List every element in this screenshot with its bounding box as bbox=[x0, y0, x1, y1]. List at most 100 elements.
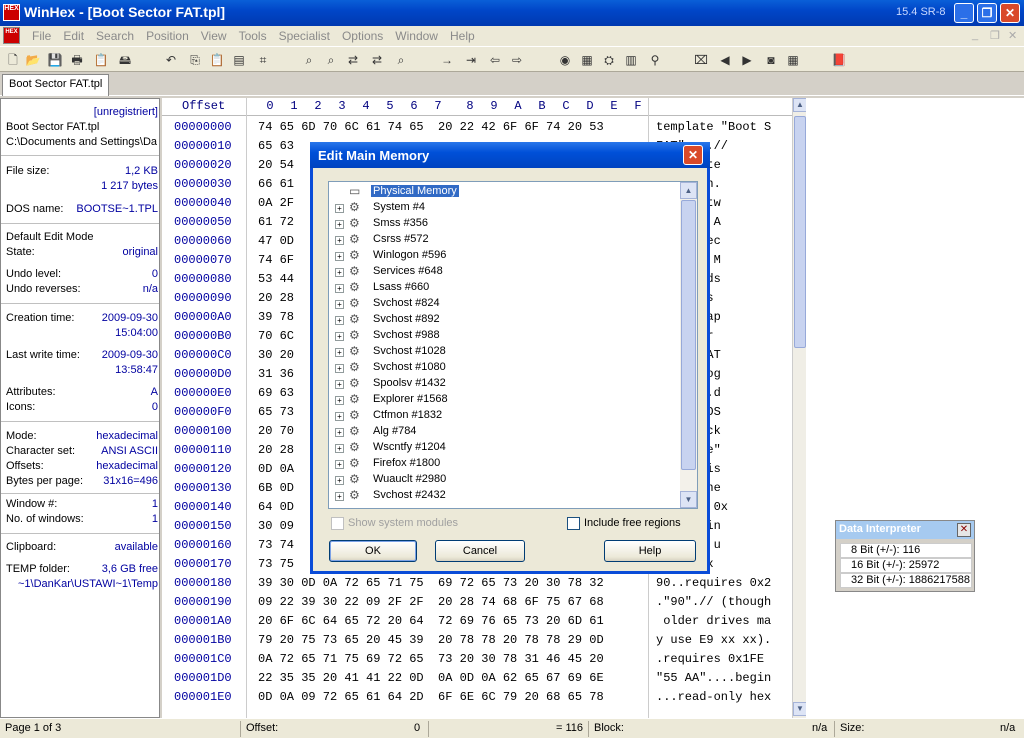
row-hex-bytes[interactable]: 31 36 bbox=[258, 367, 294, 381]
paste-block-icon[interactable]: ▤ bbox=[230, 51, 248, 69]
open-icon[interactable]: 📂 bbox=[24, 51, 42, 69]
copy-icon[interactable]: ⎘ bbox=[186, 51, 204, 69]
expand-toggle-icon[interactable]: + bbox=[335, 236, 344, 245]
minimize-button[interactable]: _ bbox=[954, 3, 974, 23]
expand-toggle-icon[interactable]: + bbox=[335, 268, 344, 277]
disk-editor-icon[interactable]: ◉ bbox=[556, 51, 574, 69]
write-hex-icon[interactable]: ⌗ bbox=[254, 51, 272, 69]
hex-row[interactable]: 000001B0 79 20 75 73 65 20 45 39 20 78 78… bbox=[162, 631, 792, 650]
expand-toggle-icon[interactable]: + bbox=[335, 428, 344, 437]
mdi-restore-button[interactable]: ❐ bbox=[990, 29, 1000, 42]
mdi-close-button[interactable]: ✕ bbox=[1008, 29, 1017, 42]
dialog-title[interactable]: Edit Main Memory bbox=[310, 142, 710, 168]
help-book-icon[interactable]: 📕 bbox=[830, 51, 848, 69]
expand-toggle-icon[interactable]: + bbox=[335, 492, 344, 501]
hex-row[interactable]: 00000180 39 30 0D 0A 72 65 71 75 69 72 65… bbox=[162, 574, 792, 593]
find-next-icon[interactable]: ⌕ bbox=[392, 51, 410, 69]
data-interpreter-title[interactable]: Data Interpreter bbox=[836, 521, 974, 539]
mdi-minimize-button[interactable]: _ bbox=[972, 29, 978, 41]
open-disk-icon[interactable]: 🖴 bbox=[116, 51, 134, 69]
expand-toggle-icon[interactable]: + bbox=[335, 204, 344, 213]
template-icon[interactable]: ⌧ bbox=[692, 51, 710, 69]
row-hex-bytes[interactable]: 20 54 bbox=[258, 158, 294, 172]
replace-text-icon[interactable]: ⇄ bbox=[344, 51, 362, 69]
row-hex-bytes[interactable]: 73 74 bbox=[258, 538, 294, 552]
row-hex-bytes[interactable]: 0D 0A bbox=[258, 462, 294, 476]
row-hex-bytes[interactable]: 73 75 bbox=[258, 557, 294, 571]
menu-help[interactable]: Help bbox=[444, 29, 481, 43]
row-hex-bytes[interactable]: 79 20 75 73 65 20 45 39 20 78 78 20 78 7… bbox=[258, 633, 604, 647]
row-hex-bytes[interactable]: 39 78 bbox=[258, 310, 294, 324]
expand-toggle-icon[interactable]: + bbox=[335, 316, 344, 325]
tree-scroll-down[interactable]: ▼ bbox=[680, 491, 697, 508]
row-hex-bytes[interactable]: 20 28 bbox=[258, 291, 294, 305]
row-hex-bytes[interactable]: 65 73 bbox=[258, 405, 294, 419]
close-button[interactable]: ✕ bbox=[1000, 3, 1020, 23]
checkbox-box[interactable] bbox=[567, 517, 580, 530]
next-page-icon[interactable]: ▶ bbox=[738, 51, 756, 69]
calculator-icon[interactable]: ▥ bbox=[622, 51, 640, 69]
row-hex-bytes[interactable]: 61 72 bbox=[258, 215, 294, 229]
ok-button[interactable]: OK bbox=[329, 540, 417, 562]
row-hex-bytes[interactable]: 47 0D bbox=[258, 234, 294, 248]
hex-row[interactable]: 000001A0 20 6F 6C 64 65 72 20 64 72 69 76… bbox=[162, 612, 792, 631]
expand-toggle-icon[interactable]: + bbox=[335, 348, 344, 357]
row-text[interactable]: template "Boot S bbox=[656, 120, 771, 134]
new-icon[interactable]: 🗋 bbox=[4, 51, 22, 69]
tree-scrollbar[interactable]: ▲ ▼ bbox=[680, 182, 697, 508]
undo-icon[interactable]: ↶ bbox=[162, 51, 180, 69]
checkbox-box[interactable] bbox=[331, 517, 344, 530]
expand-toggle-icon[interactable]: + bbox=[335, 252, 344, 261]
expand-toggle-icon[interactable]: + bbox=[335, 412, 344, 421]
cancel-button[interactable]: Cancel bbox=[435, 540, 525, 562]
expand-toggle-icon[interactable]: + bbox=[335, 220, 344, 229]
menu-specialist[interactable]: Specialist bbox=[273, 29, 336, 43]
expand-toggle-icon[interactable]: + bbox=[335, 364, 344, 373]
find-hex-icon[interactable]: ⌕ bbox=[322, 51, 340, 69]
menu-edit[interactable]: Edit bbox=[57, 29, 90, 43]
menu-search[interactable]: Search bbox=[90, 29, 140, 43]
row-hex-bytes[interactable]: 30 20 bbox=[258, 348, 294, 362]
hex-row[interactable]: 000001D0 22 35 35 20 41 41 22 0D 0A 0D 0A… bbox=[162, 669, 792, 688]
help-button[interactable]: Help bbox=[604, 540, 696, 562]
row-text[interactable]: 90..requires 0x2 bbox=[656, 576, 771, 590]
save-icon[interactable]: 💾 bbox=[46, 51, 64, 69]
winhex-app-icon[interactable]: HEX bbox=[3, 4, 20, 21]
row-hex-bytes[interactable]: 69 63 bbox=[258, 386, 294, 400]
menu-view[interactable]: View bbox=[195, 29, 233, 43]
scroll-down-arrow[interactable]: ▼ bbox=[793, 702, 807, 716]
hex-row[interactable]: 00000000 74 65 6D 70 6C 61 74 65 20 22 42… bbox=[162, 118, 792, 137]
ram-editor-icon[interactable]: ▦ bbox=[578, 51, 596, 69]
row-hex-bytes[interactable]: 74 65 6D 70 6C 61 74 65 20 22 42 6F 6F 7… bbox=[258, 120, 604, 134]
expand-toggle-icon[interactable]: + bbox=[335, 332, 344, 341]
tree-scroll-thumb[interactable] bbox=[681, 200, 696, 470]
row-hex-bytes[interactable]: 66 61 bbox=[258, 177, 294, 191]
menu-file[interactable]: File bbox=[26, 29, 57, 43]
tree-scroll-up[interactable]: ▲ bbox=[680, 182, 697, 199]
tab-boot-sector-fat[interactable]: Boot Sector FAT.tpl bbox=[2, 74, 110, 96]
hex-scrollbar[interactable]: ▲ ▼ bbox=[792, 98, 807, 718]
menu-window[interactable]: Window bbox=[389, 29, 444, 43]
back-icon[interactable]: ⇦ bbox=[486, 51, 504, 69]
row-text[interactable]: "55 AA"....begin bbox=[656, 671, 771, 685]
row-hex-bytes[interactable]: 09 22 39 30 22 09 2F 2F 20 28 74 68 6F 7… bbox=[258, 595, 604, 609]
row-hex-bytes[interactable]: 20 70 bbox=[258, 424, 294, 438]
row-hex-bytes[interactable]: 20 6F 6C 64 65 72 20 64 72 69 76 65 73 2… bbox=[258, 614, 604, 628]
analyze-icon[interactable]: ⚲ bbox=[646, 51, 664, 69]
expand-toggle-icon[interactable]: + bbox=[335, 300, 344, 309]
row-hex-bytes[interactable]: 53 44 bbox=[258, 272, 294, 286]
row-text[interactable]: older drives ma bbox=[656, 614, 771, 628]
scroll-up-arrow[interactable]: ▲ bbox=[793, 98, 807, 112]
paste-icon[interactable]: 📋 bbox=[208, 51, 226, 69]
replace-hex-icon[interactable]: ⇄ bbox=[368, 51, 386, 69]
hex-row[interactable]: 00000190 09 22 39 30 22 09 2F 2F 20 28 74… bbox=[162, 593, 792, 612]
expand-toggle-icon[interactable]: + bbox=[335, 476, 344, 485]
disk-tools-icon[interactable]: ⛭ bbox=[600, 51, 618, 69]
properties-icon[interactable]: 📋 bbox=[92, 51, 110, 69]
hex-row[interactable]: 000001E0 0D 0A 09 72 65 61 64 2D 6F 6E 6C… bbox=[162, 688, 792, 707]
row-text[interactable]: ."90".// (though bbox=[656, 595, 771, 609]
menu-options[interactable]: Options bbox=[336, 29, 389, 43]
row-hex-bytes[interactable]: 22 35 35 20 41 41 22 0D 0A 0D 0A 62 65 6… bbox=[258, 671, 604, 685]
row-hex-bytes[interactable]: 0A 2F bbox=[258, 196, 294, 210]
row-hex-bytes[interactable]: 6B 0D bbox=[258, 481, 294, 495]
